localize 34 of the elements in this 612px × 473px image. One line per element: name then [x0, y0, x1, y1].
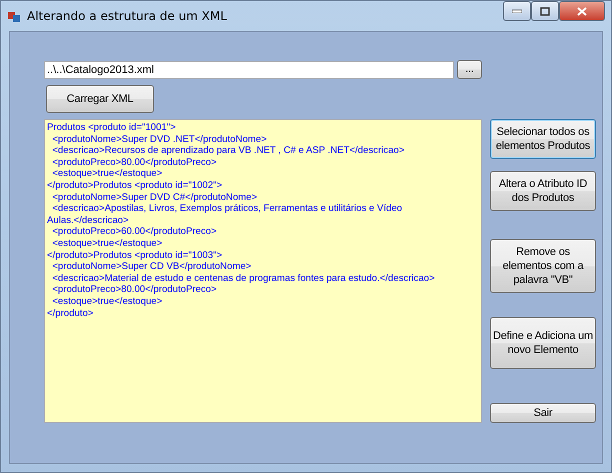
- xml-line: <estoque>true</estoque>: [51, 168, 164, 180]
- file-path-field[interactable]: ..\..\Catalogo2013.xml: [44, 60, 454, 78]
- maximize-button[interactable]: [531, 1, 559, 21]
- app-icon: [7, 9, 21, 23]
- xml-line: </produto>Produtos <produto id="1003">: [47, 250, 224, 262]
- xml-line: <descricao>Recursos de aprendizado para VB .NET , C# e ASP .NET</descricao>: [51, 145, 406, 157]
- window-title: Alterando a estrutura de um XML: [27, 9, 228, 23]
- xml-text-box[interactable]: [44, 119, 482, 423]
- close-icon: [577, 6, 587, 16]
- xml-line: <descricao>Apostilas, Livros, Exemplos práticos, Ferramentas e utilitários e Vídeo: [51, 203, 404, 215]
- xml-line: <produtoNome>Super CD VB</produtoNome>: [51, 261, 252, 273]
- load-xml-button[interactable]: Carregar XML: [46, 85, 154, 113]
- minimize-button[interactable]: [503, 1, 531, 21]
- action-button[interactable]: Selecionar todos os elementos Produtos: [490, 119, 596, 159]
- browse-button[interactable]: ...: [457, 60, 482, 79]
- xml-line: <produtoNome>Super DVD C#</produtoNome>: [51, 192, 258, 204]
- xml-line: </produto>Produtos <produto id="1002">: [47, 180, 224, 192]
- action-button[interactable]: Remove os elementos com a palavra "VB": [490, 239, 596, 293]
- xml-line: Aulas.</descricao>: [47, 214, 130, 226]
- xml-line: <produtoPreco>80.00</produtoPreco>: [51, 284, 218, 296]
- action-button[interactable]: Altera o Atributo ID dos Produtos: [490, 171, 596, 211]
- xml-line: </produto>: [47, 308, 94, 320]
- minimize-icon: [512, 9, 522, 13]
- close-button[interactable]: [559, 1, 605, 21]
- maximize-icon: [540, 6, 550, 16]
- xml-line: <produtoNome>Super DVD .NET</produtoNome>: [51, 134, 268, 146]
- xml-line: <descricao>Material de estudo e centenas de programas fontes para estudo.</descricao>: [51, 272, 436, 284]
- xml-line: <estoque>true</estoque>: [51, 296, 164, 308]
- action-button[interactable]: Define e Adiciona um novo Elemento: [490, 317, 596, 369]
- xml-line: Produtos <produto id="1001">: [47, 122, 177, 134]
- xml-line: <estoque>true</estoque>: [51, 238, 164, 250]
- xml-line: <produtoPreco>80.00</produtoPreco>: [51, 156, 218, 168]
- action-button[interactable]: Sair: [490, 403, 596, 423]
- xml-line: <produtoPreco>60.00</produtoPreco>: [51, 226, 218, 238]
